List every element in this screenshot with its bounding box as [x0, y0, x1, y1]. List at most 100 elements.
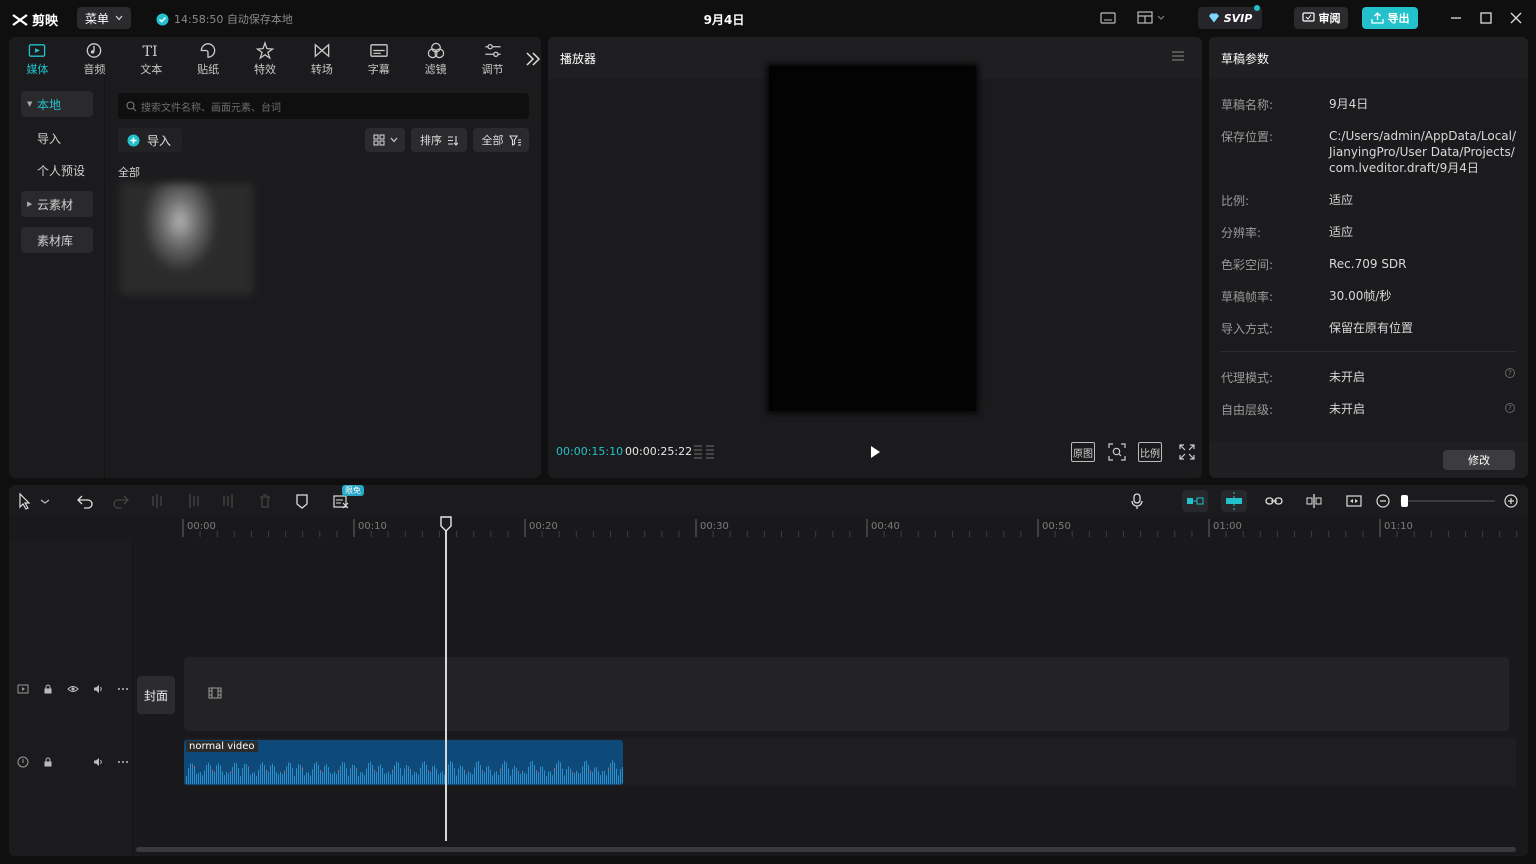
- main-track-magnet-button[interactable]: [1182, 490, 1208, 512]
- chevron-down-icon[interactable]: [39, 492, 51, 510]
- playhead-handle-icon[interactable]: [440, 516, 452, 532]
- adjust-icon: [484, 43, 501, 58]
- maximize-icon[interactable]: [1477, 9, 1495, 27]
- tab-label: 滤镜: [424, 63, 447, 76]
- total-timecode: 00:00:25:22: [625, 445, 693, 458]
- video-preview[interactable]: [769, 66, 976, 411]
- document-title: 9月4日: [703, 13, 745, 27]
- review-button[interactable]: 审阅: [1294, 7, 1348, 29]
- lock-icon[interactable]: [42, 683, 54, 695]
- search-input[interactable]: 搜索文件名称、画面元素、台词: [118, 93, 529, 119]
- ruler-tick-label: 01:00: [1213, 521, 1242, 532]
- fullscreen-icon[interactable]: [1179, 444, 1195, 460]
- filter-all-button[interactable]: 全部: [473, 128, 529, 152]
- audio-clip[interactable]: normal video: [184, 740, 623, 785]
- zoom-view-icon[interactable]: [1108, 443, 1126, 461]
- help-icon[interactable]: ?: [1505, 403, 1515, 413]
- chevron-down-icon: [390, 137, 397, 143]
- more-options-icon[interactable]: [117, 683, 129, 695]
- split-icon: [152, 494, 162, 508]
- main-video-track[interactable]: [184, 657, 1509, 731]
- shortcut-keyboard-icon[interactable]: [1099, 9, 1117, 27]
- zoom-in-icon[interactable]: [1502, 492, 1520, 510]
- tab-label: 媒体: [26, 63, 49, 76]
- hamburger-menu-icon[interactable]: [1171, 50, 1185, 62]
- timecode-grid-icon[interactable]: [693, 444, 715, 460]
- preview-axis-icon[interactable]: [1305, 492, 1323, 510]
- search-placeholder: 搜索文件名称、画面元素、台词: [141, 102, 281, 114]
- layout-icon[interactable]: [1136, 9, 1168, 27]
- search-icon: [126, 100, 137, 111]
- ruler-tick-label: 00:40: [871, 521, 900, 532]
- zoom-out-icon[interactable]: [1374, 492, 1392, 510]
- title-bar: 剪映 菜单 14:58:50 自动保存本地 9月4日 SVIP 审阅 导出: [0, 0, 1536, 36]
- export-button[interactable]: 导出: [1362, 7, 1418, 29]
- close-icon[interactable]: [1507, 9, 1525, 27]
- tab-filter[interactable]: 滤镜: [407, 37, 464, 77]
- tab-effects[interactable]: 特效: [237, 37, 294, 77]
- zoom-slider-handle[interactable]: [1401, 495, 1408, 507]
- svip-button[interactable]: SVIP: [1198, 5, 1262, 29]
- cover-button[interactable]: 封面: [137, 676, 175, 714]
- tab-subtitle[interactable]: 字幕: [350, 37, 407, 77]
- sidebar-item-label: 本地: [37, 97, 62, 112]
- material-tabs: 媒体 音频 TI 文本 贴纸 特效 转场 字幕 滤镜 调节: [9, 37, 541, 77]
- expand-triangle-icon: ▼: [27, 100, 33, 108]
- tab-label: 贴纸: [197, 63, 220, 76]
- sidebar-item-library[interactable]: 素材库: [21, 227, 93, 253]
- horizontal-scrollbar[interactable]: [136, 847, 1516, 852]
- select-cursor-icon[interactable]: [16, 492, 34, 510]
- original-button[interactable]: 原图: [1071, 442, 1095, 462]
- sidebar-item-label: 个人预设: [37, 163, 86, 178]
- volume-icon[interactable]: [92, 756, 104, 768]
- time-ruler[interactable]: 00:00 00:10 00:20 00:30 00:40 00:50 01:0…: [133, 517, 1528, 539]
- tab-transition[interactable]: 转场: [293, 37, 350, 77]
- view-mode-button[interactable]: [365, 128, 405, 152]
- tab-sticker[interactable]: 贴纸: [180, 37, 237, 77]
- more-options-icon[interactable]: [117, 756, 129, 768]
- sidebar-item-local[interactable]: ▼ 本地: [21, 91, 93, 117]
- play-icon[interactable]: [867, 444, 883, 460]
- sidebar-item-label: 素材库: [37, 233, 74, 248]
- ratio-button[interactable]: 比例: [1138, 442, 1162, 462]
- auto-snap-button[interactable]: [1221, 490, 1247, 512]
- free-badge: 限免: [342, 485, 364, 496]
- tab-audio[interactable]: 音频: [66, 37, 123, 77]
- zoom-slider-track[interactable]: [1400, 500, 1495, 502]
- tab-text[interactable]: TI 文本: [123, 37, 180, 77]
- autosave-status: 14:58:50 自动保存本地: [156, 11, 293, 27]
- sort-icon: [448, 135, 458, 146]
- sidebar-item-cloud[interactable]: ▶ 云素材: [21, 191, 93, 217]
- export-icon: [1370, 12, 1384, 24]
- help-icon[interactable]: ?: [1505, 368, 1515, 378]
- audio-track-header: [17, 756, 141, 768]
- tab-adjust[interactable]: 调节: [464, 37, 521, 77]
- row-value: 适应: [1329, 193, 1354, 207]
- sidebar-item-preset[interactable]: 个人预设: [21, 157, 93, 183]
- review-icon: [1301, 12, 1315, 22]
- eye-icon[interactable]: [67, 683, 79, 695]
- timeline-panel: 限免 00:00 00:10 00:20 00:30 00:40 00:50 0…: [9, 485, 1528, 856]
- grid-view-icon: [373, 134, 384, 146]
- marker-icon[interactable]: [293, 492, 311, 510]
- volume-icon[interactable]: [92, 683, 104, 695]
- zoom-fit-icon[interactable]: [1345, 492, 1363, 510]
- transition-icon: [314, 43, 330, 58]
- link-icon[interactable]: [1265, 492, 1283, 510]
- sort-label: 排序: [420, 134, 442, 147]
- modify-button[interactable]: 修改: [1443, 450, 1515, 470]
- playhead[interactable]: [445, 517, 447, 841]
- diamond-icon: [1208, 13, 1219, 23]
- minimize-icon[interactable]: [1447, 9, 1465, 27]
- media-thumbnail[interactable]: [120, 183, 253, 295]
- microphone-icon[interactable]: [1128, 492, 1146, 510]
- more-tabs-icon[interactable]: [525, 51, 541, 67]
- tab-media[interactable]: 媒体: [9, 37, 66, 77]
- menu-button[interactable]: 菜单: [77, 7, 131, 29]
- undo-icon[interactable]: [76, 492, 94, 510]
- import-button[interactable]: 导入: [118, 128, 182, 152]
- sidebar-item-import[interactable]: 导入: [21, 125, 93, 151]
- row-key: 代理模式:: [1221, 371, 1274, 385]
- sort-button[interactable]: 排序: [411, 128, 467, 152]
- lock-icon[interactable]: [42, 756, 54, 768]
